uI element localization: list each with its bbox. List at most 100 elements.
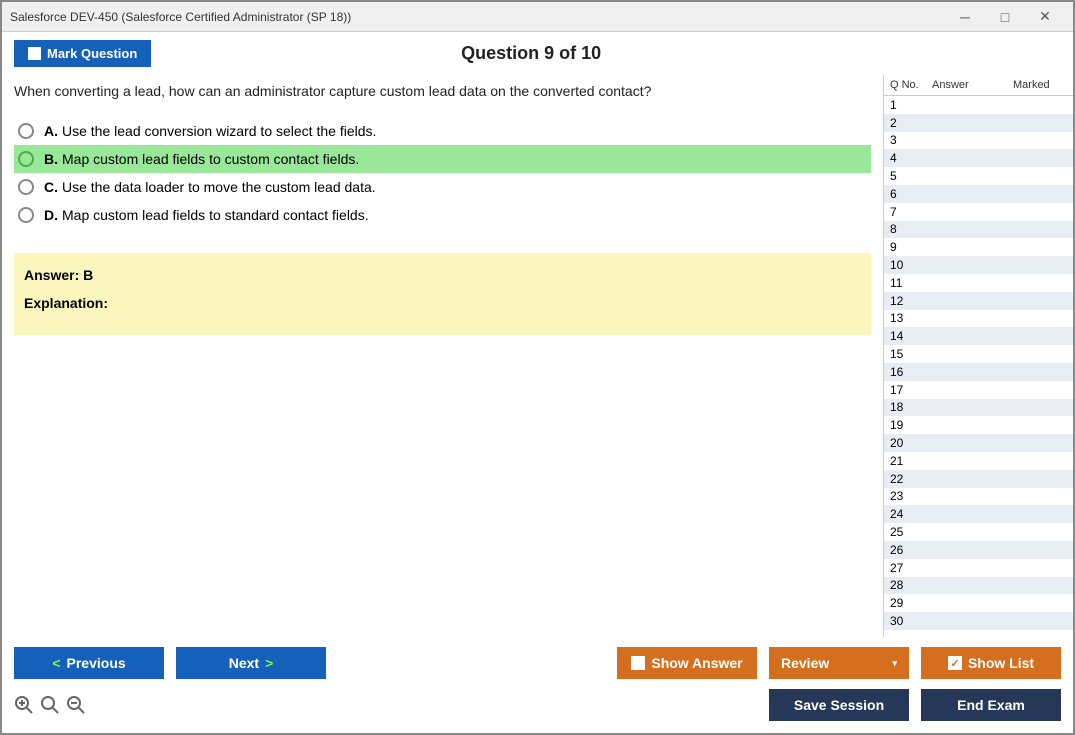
table-row[interactable]: 4 [884, 149, 1073, 167]
radio-icon [18, 151, 34, 167]
table-row[interactable]: 13 [884, 310, 1073, 328]
checkbox-checked-icon: ✓ [948, 656, 962, 670]
qno-cell: 27 [884, 561, 932, 575]
option-c[interactable]: C. Use the data loader to move the custo… [14, 173, 871, 201]
chevron-down-icon: ▾ [892, 658, 897, 669]
footer-row-1: < Previous Next > Show Answer Review ▾ ✓… [14, 647, 1061, 679]
close-button[interactable]: ✕ [1025, 5, 1065, 29]
table-row[interactable]: 20 [884, 434, 1073, 452]
option-b[interactable]: B. Map custom lead fields to custom cont… [14, 145, 871, 173]
end-exam-button[interactable]: End Exam [921, 689, 1061, 721]
qno-cell: 10 [884, 258, 932, 272]
show-list-button[interactable]: ✓ Show List [921, 647, 1061, 679]
options-list: A. Use the lead conversion wizard to sel… [14, 117, 871, 229]
qno-cell: 11 [884, 276, 932, 290]
footer-row-2: Save Session End Exam [14, 689, 1061, 721]
option-text: Use the lead conversion wizard to select… [62, 123, 376, 139]
qno-cell: 20 [884, 436, 932, 450]
mark-question-button[interactable]: Mark Question [14, 40, 151, 67]
option-text: Use the data loader to move the custom l… [62, 179, 376, 195]
table-row[interactable]: 3 [884, 132, 1073, 150]
radio-icon [18, 123, 34, 139]
table-row[interactable]: 18 [884, 399, 1073, 417]
window-controls: ─ □ ✕ [945, 5, 1065, 29]
qno-cell: 9 [884, 240, 932, 254]
zoom-in-icon[interactable] [40, 695, 60, 715]
option-d[interactable]: D. Map custom lead fields to standard co… [14, 201, 871, 229]
table-row[interactable]: 11 [884, 274, 1073, 292]
chevron-left-icon: < [52, 655, 60, 671]
table-row[interactable]: 16 [884, 363, 1073, 381]
table-row[interactable]: 7 [884, 203, 1073, 221]
table-row[interactable]: 10 [884, 256, 1073, 274]
show-answer-button[interactable]: Show Answer [617, 647, 757, 679]
table-row[interactable]: 12 [884, 292, 1073, 310]
sidebar-list[interactable]: 1234567891011121314151617181920212223242… [884, 96, 1073, 637]
qno-cell: 24 [884, 507, 932, 521]
next-button[interactable]: Next > [176, 647, 326, 679]
app-window: Salesforce DEV-450 (Salesforce Certified… [0, 0, 1075, 735]
review-label: Review [781, 655, 829, 671]
qno-cell: 12 [884, 294, 932, 308]
qno-cell: 16 [884, 365, 932, 379]
show-answer-label: Show Answer [651, 655, 742, 671]
table-row[interactable]: 29 [884, 594, 1073, 612]
zoom-controls [14, 695, 86, 715]
table-row[interactable]: 19 [884, 416, 1073, 434]
main-panel: When converting a lead, how can an admin… [2, 75, 883, 637]
qno-cell: 14 [884, 329, 932, 343]
table-row[interactable]: 5 [884, 167, 1073, 185]
maximize-button[interactable]: □ [985, 5, 1025, 29]
question-counter: Question 9 of 10 [151, 43, 911, 64]
qno-cell: 8 [884, 222, 932, 236]
qno-cell: 13 [884, 311, 932, 325]
qno-cell: 28 [884, 578, 932, 592]
zoom-reset-icon[interactable] [14, 695, 34, 715]
col-header-answer: Answer [932, 79, 1013, 91]
end-exam-label: End Exam [957, 697, 1025, 713]
table-row[interactable]: 21 [884, 452, 1073, 470]
previous-button[interactable]: < Previous [14, 647, 164, 679]
table-row[interactable]: 15 [884, 345, 1073, 363]
minimize-button[interactable]: ─ [945, 5, 985, 29]
footer: < Previous Next > Show Answer Review ▾ ✓… [2, 637, 1073, 733]
option-letter: C. [44, 179, 58, 195]
option-letter: A. [44, 123, 58, 139]
table-row[interactable]: 8 [884, 221, 1073, 239]
review-dropdown[interactable]: Review ▾ [769, 647, 909, 679]
qno-cell: 30 [884, 614, 932, 628]
col-header-marked: Marked [1013, 79, 1073, 91]
option-text: Map custom lead fields to standard conta… [62, 207, 369, 223]
table-row[interactable]: 6 [884, 185, 1073, 203]
table-row[interactable]: 14 [884, 327, 1073, 345]
table-row[interactable]: 2 [884, 114, 1073, 132]
qno-cell: 15 [884, 347, 932, 361]
table-row[interactable]: 28 [884, 577, 1073, 595]
qno-cell: 7 [884, 205, 932, 219]
table-row[interactable]: 30 [884, 612, 1073, 630]
sidebar-header: Q No. Answer Marked [884, 75, 1073, 96]
window-title: Salesforce DEV-450 (Salesforce Certified… [10, 10, 945, 24]
qno-cell: 26 [884, 543, 932, 557]
zoom-out-icon[interactable] [66, 695, 86, 715]
table-row[interactable]: 22 [884, 470, 1073, 488]
table-row[interactable]: 24 [884, 505, 1073, 523]
content-area: When converting a lead, how can an admin… [2, 75, 1073, 637]
table-row[interactable]: 9 [884, 238, 1073, 256]
table-row[interactable]: 26 [884, 541, 1073, 559]
option-letter: D. [44, 207, 58, 223]
chevron-right-icon: > [265, 655, 273, 671]
qno-cell: 6 [884, 187, 932, 201]
qno-cell: 22 [884, 472, 932, 486]
qno-cell: 3 [884, 133, 932, 147]
table-row[interactable]: 25 [884, 523, 1073, 541]
question-text: When converting a lead, how can an admin… [14, 83, 871, 99]
qno-cell: 5 [884, 169, 932, 183]
table-row[interactable]: 17 [884, 381, 1073, 399]
table-row[interactable]: 27 [884, 559, 1073, 577]
save-session-button[interactable]: Save Session [769, 689, 909, 721]
table-row[interactable]: 23 [884, 488, 1073, 506]
option-a[interactable]: A. Use the lead conversion wizard to sel… [14, 117, 871, 145]
table-row[interactable]: 1 [884, 96, 1073, 114]
radio-icon [18, 207, 34, 223]
